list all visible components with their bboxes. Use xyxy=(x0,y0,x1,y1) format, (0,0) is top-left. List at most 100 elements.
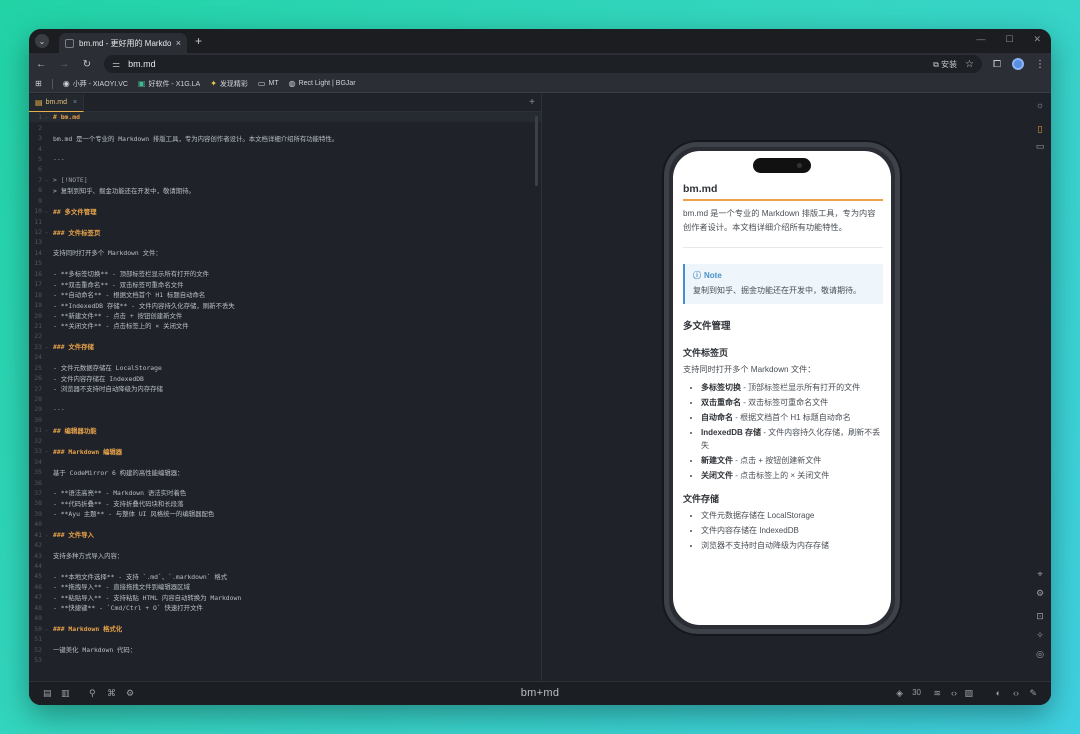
editor-line[interactable]: 37 - **语法高亮** - Markdown 语法实时着色 xyxy=(29,488,541,498)
image-icon[interactable]: ▨ xyxy=(964,688,973,699)
editor-line[interactable]: 11 xyxy=(29,216,541,226)
code-icon[interactable]: ‹› xyxy=(1013,688,1019,698)
editor-line[interactable]: 23 ⌄ ### 文件存储 xyxy=(29,342,541,352)
file-tab[interactable]: ▤ bm.md × xyxy=(29,93,85,112)
browser-tab[interactable]: bm.md - 更好用的 Markdown × xyxy=(59,33,187,53)
editor-line[interactable]: 39 - **Ayu 主题** - 与整体 UI 风格统一的编辑器配色 xyxy=(29,509,541,519)
editor-line[interactable]: 27 - 浏览器不支持时自动降级为内存存储 xyxy=(29,383,541,394)
editor-line[interactable]: 8 > 复制到知乎、掘金功能还在开发中，敬请期待。 xyxy=(29,185,541,195)
editor-scrollbar[interactable] xyxy=(535,116,538,186)
new-tab-button[interactable]: + xyxy=(195,34,202,48)
profile-avatar[interactable] xyxy=(1012,58,1024,70)
editor-line[interactable]: 3 bm.md 是一个专业的 Markdown 排版工具，专为内容创作者设计。本文… xyxy=(29,133,541,143)
editor-line[interactable]: 18 - **自动命名** - 根据文档首个 H1 标题自动命名 xyxy=(29,289,541,300)
phone-view-icon[interactable]: ▯ xyxy=(1029,124,1051,135)
editor-line[interactable]: 28 xyxy=(29,394,541,404)
editor-line[interactable]: 40 xyxy=(29,519,541,529)
editor-line[interactable]: 14 支持同时打开多个 Markdown 文件： xyxy=(29,248,541,258)
editor-line[interactable]: 12 ⌄ ### 文件标签页 xyxy=(29,227,541,237)
editor-line[interactable]: 42 xyxy=(29,540,541,550)
command-icon[interactable]: ⌘ xyxy=(107,688,116,699)
editor-line[interactable]: 2 xyxy=(29,122,541,132)
twitter-icon[interactable]: ✧ xyxy=(1029,630,1051,641)
desktop-view-icon[interactable]: ▭ xyxy=(1029,141,1051,152)
editor-line[interactable]: 41 ⌄ ### 文件导入 xyxy=(29,530,541,540)
editor-line[interactable]: 44 xyxy=(29,561,541,571)
wechat-icon[interactable]: ◈ xyxy=(896,688,903,699)
editor-line[interactable]: 16 - **多标签切换** - 顶部标签栏显示所有打开的文件 xyxy=(29,269,541,279)
editor-line[interactable]: 32 xyxy=(29,436,541,446)
editor-line[interactable]: 15 xyxy=(29,258,541,268)
editor-line[interactable]: 20 - **新建文件** - 点击 + 按钮创建新文件 xyxy=(29,310,541,321)
editor-line[interactable]: 34 xyxy=(29,456,541,466)
editor-line[interactable]: 19 - **IndexedDB 存储** - 文件内容持久化存储，刷新不丢失 xyxy=(29,300,541,310)
close-tab-icon[interactable]: × xyxy=(176,38,181,48)
editor-line[interactable]: 25 - 文件元数据存储在 LocalStorage xyxy=(29,363,541,373)
sun-icon[interactable]: ☼ xyxy=(1029,100,1051,110)
editor-line[interactable]: 33 ⌄ ### Markdown 编辑器 xyxy=(29,446,541,456)
editor-line[interactable]: 30 xyxy=(29,415,541,425)
editor-line[interactable]: 52 一键美化 Markdown 代码： xyxy=(29,644,541,655)
book-icon[interactable]: ⊡ xyxy=(1029,611,1051,622)
apps-icon[interactable]: ⊞ xyxy=(35,79,42,88)
menu-icon[interactable]: ⋮ xyxy=(1035,59,1045,70)
omnibox[interactable]: ⚌ bm.md ⧉ 安装 ☆ xyxy=(104,55,982,73)
close-file-icon[interactable]: × xyxy=(73,99,77,106)
export-file-icon[interactable]: ▤ xyxy=(43,688,52,699)
extensions-icon[interactable]: ⧠ xyxy=(993,59,1001,70)
bookmark-item[interactable]: ◉ 小莽 - XIAOYI.VC xyxy=(63,79,128,89)
site-info-icon[interactable]: ⚌ xyxy=(112,59,120,70)
editor-line[interactable]: 48 - **快捷键** - `Cmd/Ctrl + O` 快速打开文件 xyxy=(29,603,541,613)
code-view-icon[interactable]: ‹› xyxy=(951,688,957,698)
editor-line[interactable]: 1 ⌄ # bm.md xyxy=(29,112,541,123)
compass-icon[interactable]: ⌖ xyxy=(1029,569,1051,580)
editor-line[interactable]: 45 - **本地文件选择** - 支持 `.md`、`.markdown` 格式 xyxy=(29,571,541,581)
editor-line[interactable]: 7 ⌄ > [!NOTE] xyxy=(29,175,541,185)
editor-line[interactable]: 53 xyxy=(29,655,541,665)
editor-line[interactable]: 9 xyxy=(29,196,541,206)
gear-icon[interactable]: ⚙ xyxy=(126,688,134,699)
url-text[interactable]: bm.md xyxy=(128,59,925,69)
editor-line[interactable]: 47 - **粘贴导入** - 支持粘贴 HTML 内容自动转换为 Markdow… xyxy=(29,592,541,602)
bookmark-item[interactable]: ✦ 发现精彩 xyxy=(210,79,248,89)
editor-line[interactable]: 4 xyxy=(29,143,541,153)
magic-wand-icon[interactable]: ⚲ xyxy=(89,688,96,699)
settings-icon[interactable]: ⚙ xyxy=(1029,588,1051,599)
install-button[interactable]: ⧉ 安装 xyxy=(933,59,957,70)
editor-line[interactable]: 26 - 文件内容存储在 IndexedDB xyxy=(29,373,541,383)
editor-line[interactable]: 13 xyxy=(29,237,541,247)
editor-line[interactable]: 49 xyxy=(29,613,541,623)
back-icon[interactable]: ← xyxy=(35,59,47,70)
forward-icon[interactable]: → xyxy=(58,59,70,70)
minimize-icon[interactable]: — xyxy=(976,34,985,45)
bookmark-item[interactable]: ▣ 好软件 - X1G.LA xyxy=(138,79,200,89)
bookmark-item[interactable]: ▭ MT xyxy=(258,79,279,88)
tab-search-icon[interactable]: ⌄ xyxy=(35,34,49,48)
add-file-button[interactable]: + xyxy=(529,97,535,108)
bookmark-item[interactable]: ◍ Rect Light | BGJar xyxy=(289,79,356,88)
editor-line[interactable]: 29 --- xyxy=(29,404,541,414)
editor-line[interactable]: 21 - **关闭文件** - 点击标签上的 × 关闭文件 xyxy=(29,321,541,331)
editor-line[interactable]: 22 xyxy=(29,331,541,341)
editor-line[interactable]: 17 - **双击重命名** - 双击标签可重命名文件 xyxy=(29,279,541,289)
editor-line[interactable]: 36 xyxy=(29,477,541,487)
editor-line[interactable]: 46 - **拖拽导入** - 直接拖拽文件到编辑器区域 xyxy=(29,582,541,592)
editor-line[interactable]: 6 xyxy=(29,164,541,174)
editor-line[interactable]: 50 ⌄ ### Markdown 格式化 xyxy=(29,623,541,634)
editor-line[interactable]: 5 --- xyxy=(29,154,541,164)
maximize-icon[interactable]: ☐ xyxy=(1005,34,1013,45)
close-window-icon[interactable]: ✕ xyxy=(1033,34,1041,45)
palette-icon[interactable]: ◐ xyxy=(996,688,1001,698)
bookmark-star-icon[interactable]: ☆ xyxy=(965,59,974,70)
github-link-icon[interactable]: ◎ xyxy=(1029,649,1051,660)
editor-line[interactable]: 10 ⌄ ## 多文件管理 xyxy=(29,206,541,216)
editor-line[interactable]: 51 xyxy=(29,634,541,644)
markdown-editor[interactable]: 1 ⌄ # bm.md 2 3 bm.md 是一个专业的 Markdown 排版工具，专为… xyxy=(29,112,541,681)
editor-line[interactable]: 35 基于 CodeMirror 6 构建的高性能编辑器： xyxy=(29,467,541,477)
reload-icon[interactable]: ↻ xyxy=(81,59,93,70)
import-file-icon[interactable]: ▥ xyxy=(61,688,70,699)
editor-line[interactable]: 24 xyxy=(29,352,541,362)
brush-icon[interactable]: ✎ xyxy=(1029,688,1037,699)
editor-line[interactable]: 38 - **代码折叠** - 支持折叠代码块和长段落 xyxy=(29,498,541,508)
layers-icon[interactable]: ≋ xyxy=(933,688,941,699)
